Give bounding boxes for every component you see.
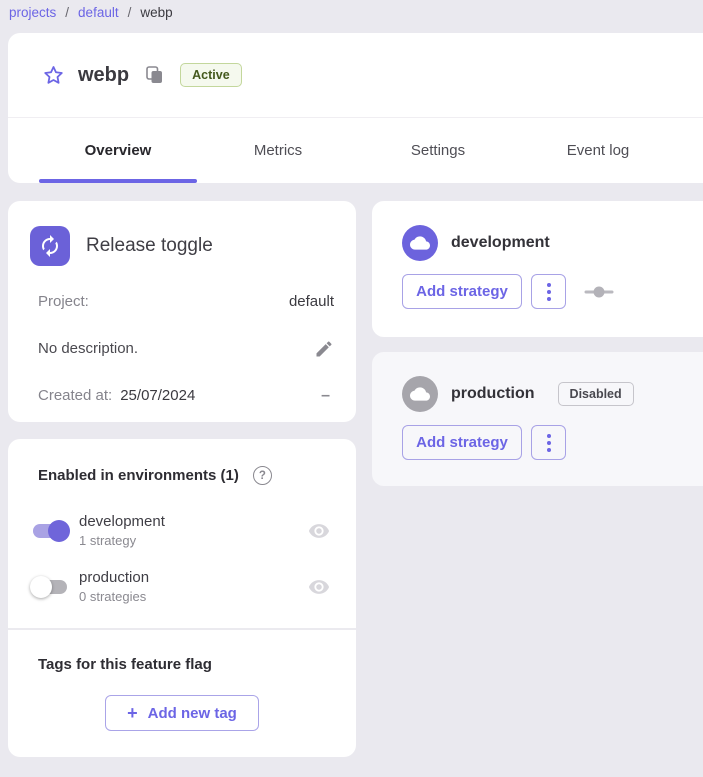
environment-row-development: development 1 strategy [30, 514, 330, 548]
add-strategy-button[interactable]: Add strategy [402, 425, 522, 460]
add-strategy-button[interactable]: Add strategy [402, 274, 522, 309]
project-value: default [289, 293, 334, 310]
feature-header: webp Active [8, 33, 703, 117]
environment-panel-name: development [451, 234, 550, 252]
add-new-tag-button[interactable]: + Add new tag [105, 695, 259, 731]
environments-tags-card: Enabled in environments (1) ? developmen… [8, 439, 356, 757]
environment-strategy-count: 0 strategies [79, 589, 149, 604]
collapse-button[interactable]: – [321, 387, 334, 405]
tab-metrics[interactable]: Metrics [198, 118, 358, 183]
plus-icon: + [127, 703, 138, 724]
production-toggle[interactable] [30, 576, 70, 598]
breadcrumb-separator: / [65, 5, 69, 20]
breadcrumb: projects / default / webp [0, 0, 703, 21]
favorite-star-icon[interactable] [43, 65, 64, 86]
tab-bar: Overview Metrics Settings Event log [8, 117, 703, 183]
cloud-icon [402, 376, 438, 412]
breadcrumb-link-default[interactable]: default [78, 5, 119, 20]
tags-title: Tags for this feature flag [38, 656, 334, 673]
created-label: Created at: [38, 387, 112, 404]
project-row: Project: default [38, 291, 334, 312]
main-content: Release toggle Project: default No descr… [8, 201, 703, 757]
flag-type-label: Release toggle [86, 235, 213, 257]
more-actions-kebab-icon[interactable] [531, 425, 566, 460]
cloud-icon [402, 225, 438, 261]
flag-type-card: Release toggle Project: default No descr… [8, 201, 356, 422]
enabled-environments-title: Enabled in environments (1) [38, 467, 239, 484]
tags-section: Tags for this feature flag + Add new tag [8, 628, 356, 757]
help-icon[interactable]: ? [253, 466, 272, 485]
enabled-environments-section: Enabled in environments (1) ? developmen… [8, 439, 356, 628]
environment-name: production [79, 570, 149, 586]
visibility-eye-icon[interactable] [308, 520, 330, 542]
created-row: Created at: 25/07/2024 – [38, 385, 334, 406]
project-label: Project: [38, 293, 89, 310]
tab-overview[interactable]: Overview [38, 118, 198, 183]
breadcrumb-separator: / [128, 5, 132, 20]
connector-dot-icon [584, 286, 614, 298]
edit-pencil-icon[interactable] [314, 339, 334, 359]
development-toggle[interactable] [30, 520, 70, 542]
created-value: 25/07/2024 [120, 387, 195, 404]
page-title: webp [78, 64, 129, 87]
breadcrumb-current: webp [140, 5, 172, 20]
release-toggle-sync-icon [30, 226, 70, 266]
description-text: No description. [38, 340, 138, 357]
environment-panel-name: production [451, 385, 535, 403]
copy-icon[interactable] [146, 66, 163, 84]
status-badge: Active [180, 63, 242, 87]
environment-panel-production: production Disabled Add strategy [372, 352, 703, 486]
environment-strategy-count: 1 strategy [79, 533, 165, 548]
more-actions-kebab-icon[interactable] [531, 274, 566, 309]
active-tab-underline [39, 179, 197, 183]
environment-name: development [79, 514, 165, 530]
tab-settings[interactable]: Settings [358, 118, 518, 183]
left-column: Release toggle Project: default No descr… [8, 201, 356, 757]
environment-panel-development: development Add strategy [372, 201, 703, 337]
tab-event-log[interactable]: Event log [518, 118, 678, 183]
disabled-badge: Disabled [558, 382, 634, 406]
breadcrumb-link-projects[interactable]: projects [9, 5, 56, 20]
description-row: No description. [38, 338, 334, 359]
flag-type-row: Release toggle [30, 226, 334, 266]
right-column: development Add strategy [372, 201, 703, 486]
environment-row-production: production 0 strategies [30, 570, 330, 604]
visibility-eye-icon[interactable] [308, 576, 330, 598]
feature-header-card: webp Active Overview Metrics Settings Ev… [8, 33, 703, 183]
